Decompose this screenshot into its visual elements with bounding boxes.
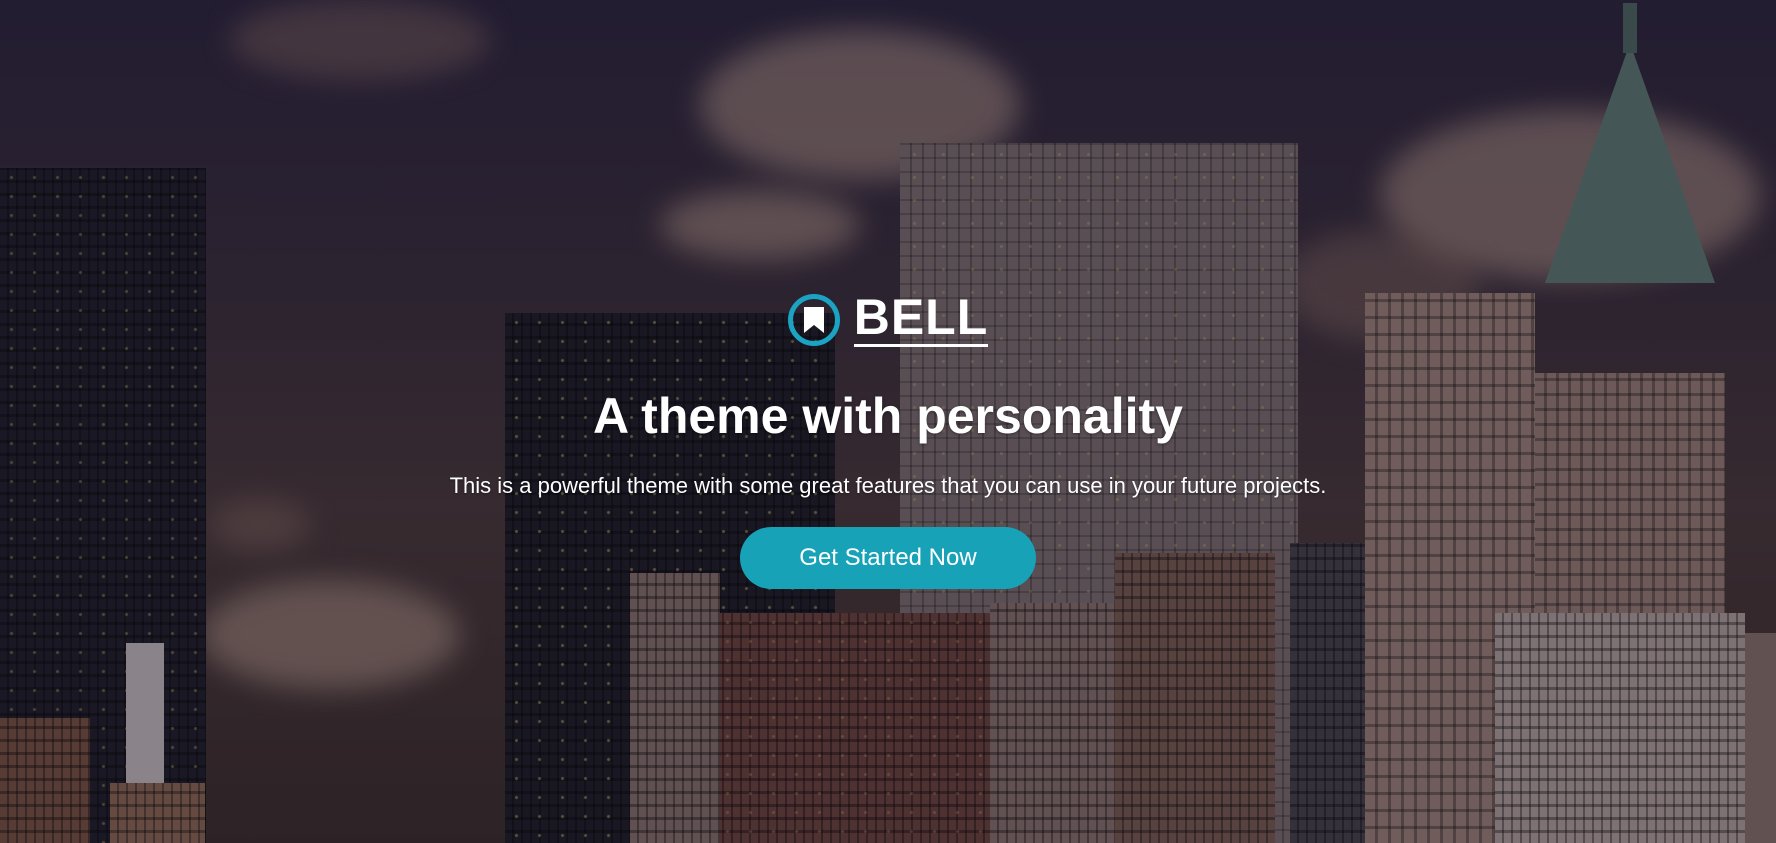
get-started-button[interactable]: Get Started Now xyxy=(740,527,1036,589)
bookmark-icon xyxy=(787,293,840,346)
hero-section: BELL A theme with personality This is a … xyxy=(0,0,1776,843)
hero-content: BELL A theme with personality This is a … xyxy=(0,0,1776,843)
brand-logo[interactable]: BELL xyxy=(787,289,989,347)
brand-name: BELL xyxy=(853,289,989,347)
hero-subline: This is a powerful theme with some great… xyxy=(449,473,1327,498)
hero-headline: A theme with personality xyxy=(593,388,1183,444)
